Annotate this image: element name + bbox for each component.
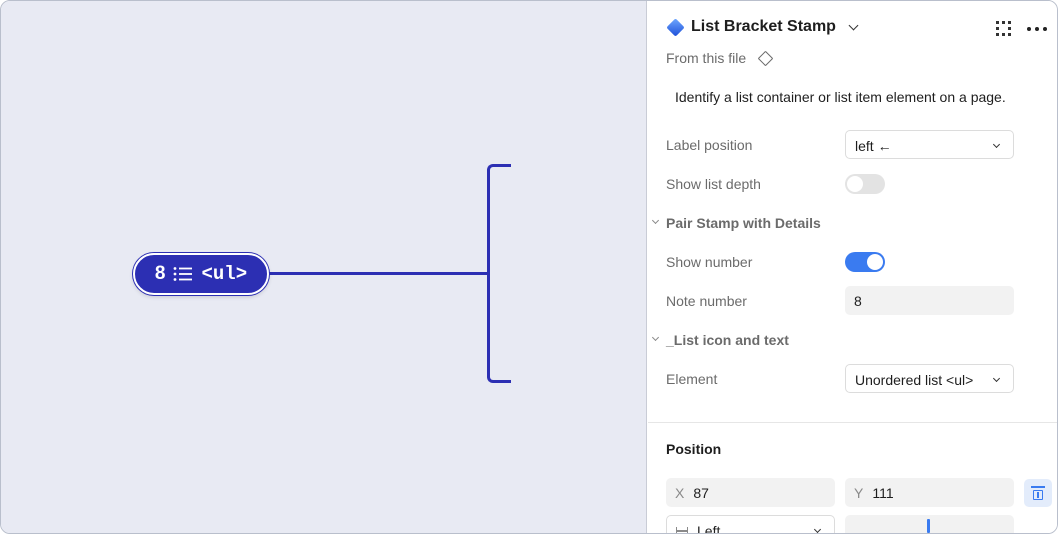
component-source: From this file: [666, 50, 774, 66]
chevron-down-icon: [813, 525, 822, 533]
note-number-label: Note number: [666, 293, 747, 309]
y-position-input[interactable]: Y 111: [845, 478, 1014, 507]
x-position-input[interactable]: X 87: [666, 478, 835, 507]
component-outline-icon[interactable]: [757, 50, 774, 66]
stamp-connector-line: [269, 272, 489, 275]
app-frame: 8 <ul> List Bracket Stamp From this file…: [0, 0, 1058, 534]
horizontal-constraint-icon: [676, 527, 688, 533]
horizontal-constraint-value: Left: [697, 523, 721, 534]
constraint-preview[interactable]: [845, 515, 1014, 533]
chevron-down-icon: [992, 374, 1001, 383]
component-name: List Bracket Stamp: [691, 18, 836, 35]
y-prefix: Y: [854, 485, 864, 501]
list-stamp-badge[interactable]: 8 <ul>: [133, 253, 269, 295]
constraint-marker: [927, 519, 930, 533]
list-bracket[interactable]: [487, 164, 511, 383]
component-title[interactable]: List Bracket Stamp: [666, 17, 859, 37]
grid-icon[interactable]: [996, 21, 1012, 37]
show-list-depth-label: Show list depth: [666, 176, 761, 192]
position-title: Position: [666, 441, 722, 457]
component-diamond-icon: [666, 17, 685, 37]
stamp-element-text: <ul>: [201, 263, 248, 285]
properties-panel: List Bracket Stamp From this file Identi…: [648, 1, 1057, 534]
from-file-label: From this file: [666, 50, 747, 66]
show-number-label: Show number: [666, 254, 753, 270]
chevron-down-icon[interactable]: [848, 20, 859, 30]
y-value: 111: [872, 485, 894, 501]
note-number-value: 8: [854, 293, 862, 309]
align-top-icon[interactable]: [1024, 479, 1052, 507]
label-position-value: left ←: [855, 138, 892, 154]
label-position-select[interactable]: left ←: [845, 130, 1014, 159]
section-pair-stamp[interactable]: Pair Stamp with Details: [666, 215, 821, 231]
section-collapse-icon[interactable]: [651, 333, 660, 342]
element-select[interactable]: Unordered list <ul>: [845, 364, 1014, 393]
label-position-label: Label position: [666, 137, 753, 153]
note-number-input[interactable]: 8: [845, 286, 1014, 315]
section-list-icon-text[interactable]: _List icon and text: [666, 332, 789, 348]
element-value: Unordered list <ul>: [855, 372, 974, 388]
show-number-toggle[interactable]: [845, 252, 885, 272]
section-collapse-icon[interactable]: [651, 216, 660, 225]
section-divider: [648, 422, 1057, 423]
stamp-number: 8: [154, 263, 166, 284]
show-list-depth-toggle[interactable]: [845, 174, 885, 194]
design-canvas[interactable]: 8 <ul>: [1, 1, 647, 533]
x-value: 87: [693, 485, 709, 501]
list-icon: [173, 266, 193, 282]
component-description: Identify a list container or list item e…: [675, 89, 1006, 105]
chevron-down-icon: [992, 140, 1001, 149]
element-label: Element: [666, 371, 718, 387]
x-prefix: X: [675, 485, 685, 501]
horizontal-constraint-select[interactable]: Left: [666, 515, 835, 534]
more-options-icon[interactable]: [1027, 27, 1047, 31]
